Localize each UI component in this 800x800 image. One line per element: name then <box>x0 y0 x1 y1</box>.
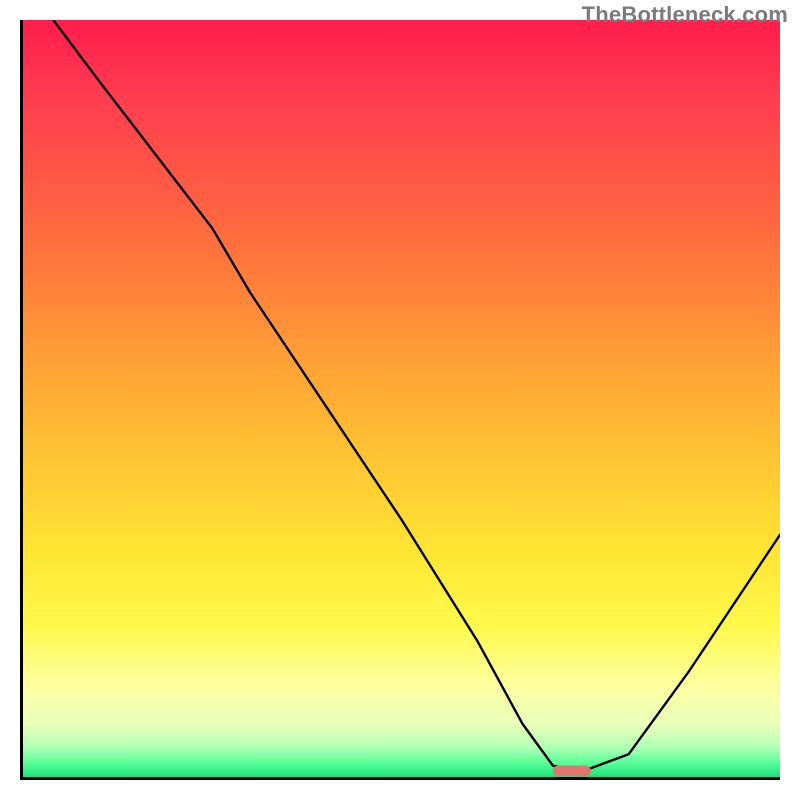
plot-area <box>20 20 780 780</box>
curve-layer <box>23 20 780 777</box>
bottleneck-curve-line <box>53 20 780 771</box>
optimum-marker <box>553 765 591 776</box>
watermark-text: TheBottleneck.com <box>582 2 788 28</box>
curve-group <box>53 20 780 776</box>
bottleneck-chart: TheBottleneck.com <box>0 0 800 800</box>
